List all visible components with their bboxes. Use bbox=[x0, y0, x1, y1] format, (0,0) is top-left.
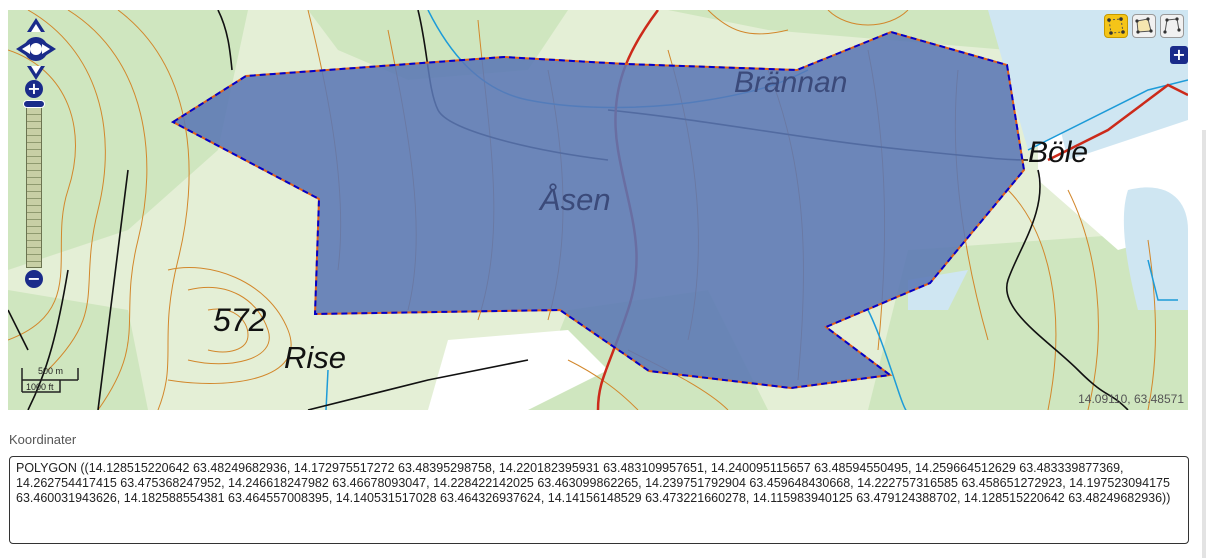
coordinates-label: Koordinater bbox=[9, 432, 77, 447]
modify-polygon-tool-icon bbox=[1135, 17, 1153, 34]
place-label-rise: Rise bbox=[284, 340, 347, 375]
scale-bar: 500 m 1000 ft bbox=[20, 366, 84, 400]
draw-points-tool-icon bbox=[1107, 17, 1125, 35]
place-label-bole: Böle bbox=[1028, 136, 1089, 169]
layer-switcher-button[interactable]: + bbox=[1170, 46, 1188, 64]
draw-points-tool-button[interactable] bbox=[1104, 14, 1128, 38]
cursor-coordinates: 14.09110, 63.48571 bbox=[1078, 392, 1184, 406]
modify-polygon-tool-button[interactable] bbox=[1132, 14, 1156, 38]
pan-control[interactable] bbox=[16, 18, 56, 80]
scale-imperial-label: 1000 ft bbox=[26, 382, 54, 392]
zoom-in-button[interactable]: + bbox=[25, 80, 43, 98]
coordinates-textarea[interactable]: POLYGON ((14.128515220642 63.48249682936… bbox=[9, 456, 1189, 544]
zoom-slider-handle[interactable] bbox=[23, 100, 45, 108]
draw-polygon-tool-button[interactable] bbox=[1160, 14, 1184, 38]
place-label-asen: Åsen bbox=[540, 182, 611, 217]
edit-toolbar bbox=[1104, 14, 1184, 38]
draw-polygon-tool-icon bbox=[1163, 17, 1181, 34]
map-viewport[interactable]: Brännan Åsen Böle 572 Rise + − + 500 m 1… bbox=[8, 10, 1188, 410]
zoom-slider[interactable] bbox=[26, 100, 42, 268]
page-scrollbar[interactable] bbox=[1202, 130, 1206, 558]
elevation-label: 572 bbox=[213, 302, 267, 338]
zoom-out-button[interactable]: − bbox=[25, 270, 43, 288]
scale-metric-label: 500 m bbox=[38, 366, 64, 376]
place-label-brannan: Brännan bbox=[734, 66, 848, 99]
zoom-bar: + − bbox=[23, 80, 45, 290]
